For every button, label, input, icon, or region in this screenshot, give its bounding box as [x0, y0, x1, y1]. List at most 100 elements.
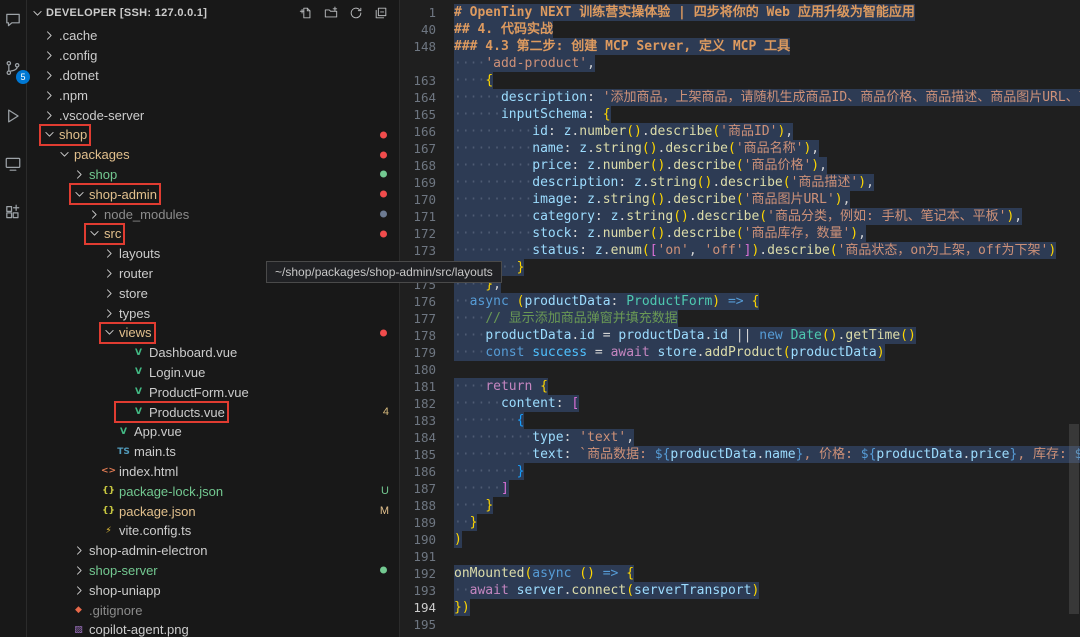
code-text[interactable]: ··········text: `商品数据: ${productData.nam…	[454, 446, 1080, 463]
chevron-right-icon[interactable]	[73, 584, 86, 597]
tree-item-packages[interactable]: packages	[27, 145, 399, 165]
tree-item-package-lock-json[interactable]: {}package-lock.jsonU	[27, 481, 399, 501]
code-text[interactable]: ······description: '添加商品，上架商品，请随机生成商品ID、…	[454, 89, 1080, 106]
code-text[interactable]: ··}	[454, 514, 477, 531]
tree-item-index-html[interactable]: <>index.html	[27, 462, 399, 482]
chevron-down-icon[interactable]	[58, 148, 71, 161]
chevron-down-icon[interactable]	[73, 188, 86, 201]
line-number: 177	[400, 310, 440, 327]
decoration-badge: M	[380, 505, 389, 517]
tree-item-vscode-server[interactable]: .vscode-server	[27, 105, 399, 125]
code-text[interactable]: ## 4. 代码实战	[454, 21, 553, 38]
code-text[interactable]: ··········id: z.number().describe('商品ID'…	[454, 123, 793, 140]
code-text[interactable]: ··········category: z.string().describe(…	[454, 208, 1022, 225]
tree-item-views[interactable]: views	[27, 323, 399, 343]
code-text[interactable]: ····// 显示添加商品弹窗并填充数据	[454, 310, 678, 327]
tree-item-login-vue[interactable]: VLogin.vue	[27, 363, 399, 383]
code-text[interactable]: onMounted(async () => {	[454, 565, 634, 582]
chevron-down-icon[interactable]	[43, 128, 56, 141]
sidebar-header[interactable]: DEVELOPER [SSH: 127.0.0.1]	[27, 0, 399, 26]
code-line: 174········}	[400, 259, 1080, 276]
chevron-down-icon[interactable]	[103, 326, 116, 339]
run-debug-icon[interactable]	[3, 106, 23, 126]
refresh-icon[interactable]	[348, 5, 364, 21]
tree-item-src[interactable]: src	[27, 224, 399, 244]
tree-item-package-json[interactable]: {}package.jsonM	[27, 501, 399, 521]
code-text[interactable]: ··········name: z.string().describe('商品名…	[454, 140, 819, 157]
code-text[interactable]: ········}	[454, 463, 524, 480]
chevron-right-icon[interactable]	[103, 247, 116, 260]
code-text[interactable]: ····const success = await store.addProdu…	[454, 344, 885, 361]
tree-item-main: store	[101, 284, 150, 302]
code-text[interactable]: ··········status: z.enum(['on', 'off']).…	[454, 242, 1056, 259]
code-text[interactable]: ······inputSchema: {	[454, 106, 611, 123]
tree-item-copilot-agent-png[interactable]: ▨copilot-agent.png	[27, 620, 399, 637]
code-text[interactable]: ····'add-product',	[454, 55, 595, 72]
editor-scrollbar[interactable]	[1069, 424, 1079, 614]
code-text[interactable]: ··········stock: z.number().describe('商品…	[454, 225, 866, 242]
tree-item-productform-vue[interactable]: VProductForm.vue	[27, 382, 399, 402]
tree-item-shop-uniapp[interactable]: shop-uniapp	[27, 580, 399, 600]
code-text[interactable]: # OpenTiny NEXT 训练营实操体验 | 四步将你的 Web 应用升级…	[454, 4, 915, 21]
code-text[interactable]: )	[454, 531, 462, 548]
code-text[interactable]: ··········price: z.number().describe('商品…	[454, 157, 827, 174]
code-text[interactable]: ····{	[454, 72, 493, 89]
chevron-right-icon[interactable]	[43, 109, 56, 122]
chevron-right-icon[interactable]	[103, 267, 116, 280]
copilot-chat-icon[interactable]	[3, 10, 23, 30]
collapse-all-icon[interactable]	[373, 5, 389, 21]
tree-item-cache[interactable]: .cache	[27, 26, 399, 46]
code-text[interactable]: ······]	[454, 480, 509, 497]
line-number: 176	[400, 293, 440, 310]
chevron-right-icon[interactable]	[73, 544, 86, 557]
tree-item-vite-config-ts[interactable]: ⚡vite.config.ts	[27, 521, 399, 541]
chevron-right-icon[interactable]	[43, 29, 56, 42]
code-text[interactable]: ··········image: z.string().describe('商品…	[454, 191, 850, 208]
chevron-right-icon[interactable]	[43, 69, 56, 82]
tree-item-store[interactable]: store	[27, 283, 399, 303]
code-text[interactable]: ··async (productData: ProductForm) => {	[454, 293, 759, 310]
tree-item-gitignore[interactable]: ◆.gitignore	[27, 600, 399, 620]
new-folder-icon[interactable]	[323, 5, 339, 21]
code-text[interactable]: ··await server.connect(serverTransport)	[454, 582, 759, 599]
tree-item-dotnet[interactable]: .dotnet	[27, 66, 399, 86]
chevron-right-icon[interactable]	[88, 208, 101, 221]
code-text[interactable]: ### 4.3 第二步: 创建 MCP Server, 定义 MCP 工具	[454, 38, 790, 55]
code-text[interactable]: ······content: [	[454, 395, 579, 412]
extensions-icon[interactable]	[3, 202, 23, 222]
tree-item-dashboard-vue[interactable]: VDashboard.vue	[27, 343, 399, 363]
chevron-right-icon[interactable]	[103, 307, 116, 320]
tree-item-shop-admin[interactable]: shop-admin	[27, 184, 399, 204]
chevron-right-icon[interactable]	[103, 287, 116, 300]
chevron-down-icon[interactable]	[88, 227, 101, 240]
code-text[interactable]: ··········description: z.string().descri…	[454, 174, 874, 191]
code-text[interactable]: ··········type: 'text',	[454, 429, 634, 446]
tree-item-node-modules[interactable]: node_modules	[27, 204, 399, 224]
code-text[interactable]: ····productData.id = productData.id || n…	[454, 327, 916, 344]
tree-item-shop[interactable]: shop	[27, 165, 399, 185]
code-text[interactable]: ········{	[454, 412, 524, 429]
tree-item-shop[interactable]: shop	[27, 125, 399, 145]
code-text[interactable]: ····}	[454, 497, 493, 514]
chevron-right-icon[interactable]	[73, 168, 86, 181]
tree-item-products-vue[interactable]: VProducts.vue4	[27, 402, 399, 422]
line-number: 186	[400, 463, 440, 480]
chevron-right-icon[interactable]	[43, 89, 56, 102]
remote-explorer-icon[interactable]	[3, 154, 23, 174]
tree-item-config[interactable]: .config	[27, 46, 399, 66]
line-number: 194	[400, 599, 440, 616]
source-control-icon[interactable]: 5	[3, 58, 23, 78]
chevron-right-icon[interactable]	[73, 564, 86, 577]
tree-item-main-ts[interactable]: TSmain.ts	[27, 442, 399, 462]
tree-item-npm[interactable]: .npm	[27, 85, 399, 105]
tree-item-shop-server[interactable]: shop-server	[27, 561, 399, 581]
code-text[interactable]: })	[454, 599, 470, 616]
git-status-dot	[380, 151, 387, 158]
tree-item-types[interactable]: types	[27, 303, 399, 323]
tree-item-shop-admin-electron[interactable]: shop-admin-electron	[27, 541, 399, 561]
chevron-right-icon[interactable]	[43, 49, 56, 62]
new-file-icon[interactable]	[298, 5, 314, 21]
tree-item-app-vue[interactable]: VApp.vue	[27, 422, 399, 442]
tree-item-main: VDashboard.vue	[116, 344, 239, 362]
code-text[interactable]: ····return {	[454, 378, 548, 395]
